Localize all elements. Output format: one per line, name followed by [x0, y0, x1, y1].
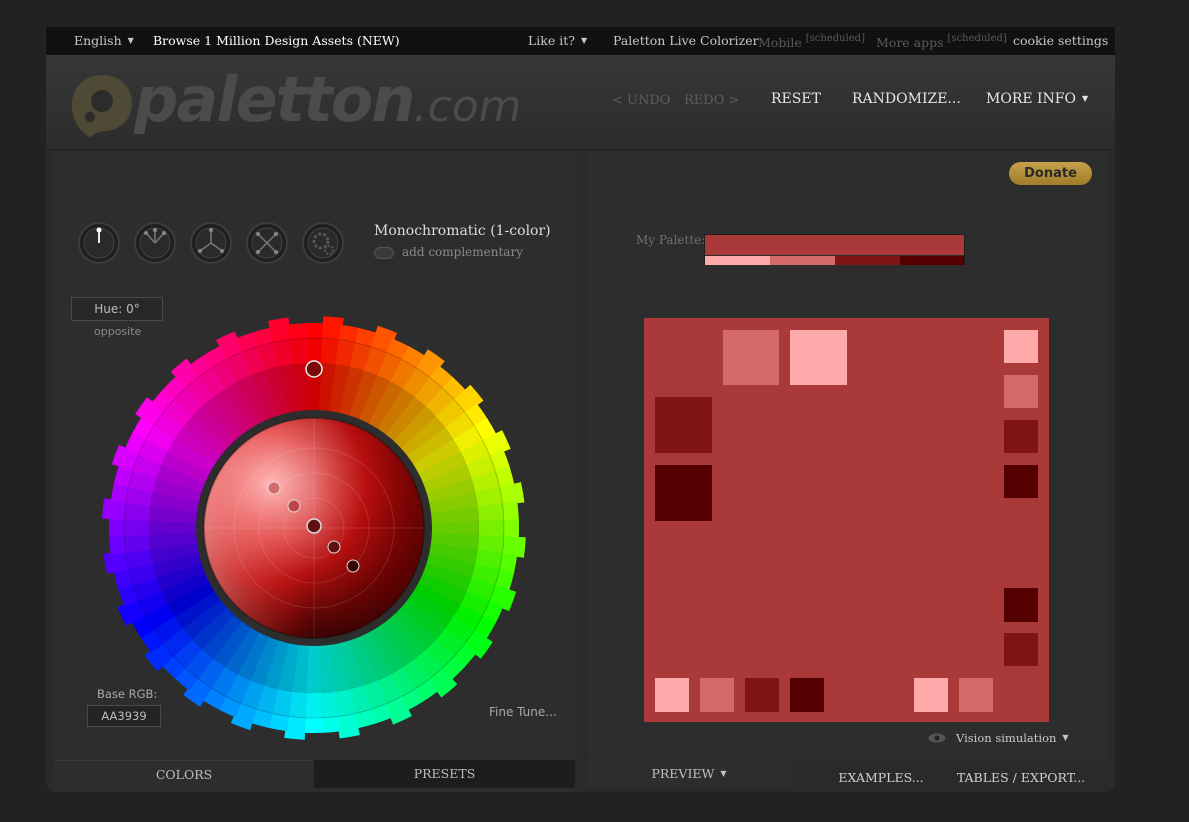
preview-square-light: [723, 330, 779, 385]
hue-handle[interactable]: [305, 360, 323, 378]
mono-icon[interactable]: [78, 222, 120, 264]
undo-button[interactable]: < UNDO: [612, 93, 670, 108]
preview-bottom-light-2: [959, 678, 993, 712]
tetrad-icon[interactable]: [246, 222, 288, 264]
more-apps-label: More apps: [876, 35, 944, 50]
tab-presets[interactable]: PRESETS: [314, 760, 575, 788]
hue-segment[interactable]: [289, 338, 309, 365]
randomize-button[interactable]: RANDOMIZE...: [852, 91, 961, 107]
live-colorizer-link[interactable]: Paletton Live Colorizer: [613, 33, 759, 48]
logo-tld-text: .com: [413, 81, 522, 132]
lightest-tone-dot[interactable]: [267, 481, 281, 495]
vision-simulation-label: Vision simulation: [956, 731, 1057, 745]
caret-down-icon: ▼: [720, 769, 727, 778]
palette-swatch-lightest[interactable]: [705, 256, 770, 265]
preview-small-dark-2: [1004, 633, 1038, 666]
cookie-settings-link[interactable]: cookie settings: [1013, 33, 1108, 48]
paletton-logo[interactable]: paletton.com: [68, 63, 522, 143]
hue-segment[interactable]: [320, 716, 341, 733]
tab-tables-export[interactable]: TABLES / EXPORT...: [951, 764, 1091, 792]
hue-segment[interactable]: [305, 323, 325, 339]
preview-small-light: [1004, 375, 1038, 408]
tab-examples[interactable]: EXAMPLES...: [826, 764, 936, 792]
language-select[interactable]: English ▼: [74, 33, 134, 48]
reset-button[interactable]: RESET: [771, 91, 821, 107]
tab-preview-label: PREVIEW: [651, 766, 715, 781]
free-style-icon[interactable]: [302, 222, 344, 264]
base-rgb-input[interactable]: AA3939: [87, 705, 161, 727]
hue-segment[interactable]: [303, 717, 323, 733]
language-label: English: [74, 33, 122, 48]
dark-tone-dot[interactable]: [327, 540, 341, 554]
hue-segment[interactable]: [287, 323, 308, 340]
tab-colors[interactable]: COLORS: [54, 760, 314, 788]
donate-button[interactable]: Donate: [1009, 162, 1092, 185]
palette-main-swatch[interactable]: [705, 235, 964, 255]
my-palette-label: My Palette:: [636, 233, 706, 247]
vision-simulation-menu[interactable]: Vision simulation ▼: [956, 731, 1069, 745]
caret-down-icon: ▼: [1082, 94, 1089, 103]
preview-square-dark: [655, 397, 712, 453]
more-info-menu[interactable]: MORE INFO ▼: [986, 91, 1088, 107]
logo-wordmark: paletton.com: [134, 63, 522, 136]
my-palette-bar[interactable]: [704, 234, 965, 265]
preview-bottom-dark: [745, 678, 779, 712]
preview-small-lightest: [1004, 330, 1038, 363]
triad-icon[interactable]: [190, 222, 232, 264]
hue-segment[interactable]: [109, 534, 126, 555]
base-rgb-label: Base RGB:: [97, 687, 158, 701]
palette-swatch-darkest[interactable]: [900, 256, 964, 265]
fine-tune-link[interactable]: Fine Tune...: [489, 705, 557, 719]
preview-small-darkest-2: [1004, 588, 1038, 622]
logo-main-text: paletton: [134, 63, 416, 136]
add-complementary-toggle[interactable]: [374, 247, 394, 259]
scheme-type-label: Monochromatic (1-color): [374, 223, 551, 239]
hue-segment[interactable]: [502, 501, 519, 522]
more-info-label: MORE INFO: [986, 91, 1076, 107]
hue-segment[interactable]: [319, 691, 339, 718]
preview-small-dark: [1004, 420, 1038, 453]
browse-assets-link[interactable]: Browse 1 Million Design Assets (NEW): [153, 33, 400, 48]
adjacent-icon[interactable]: [134, 222, 176, 264]
more-apps-link[interactable]: More apps [scheduled]: [876, 33, 1007, 50]
preview-bottom-lightest-2: [914, 678, 948, 712]
top-bar: English ▼ Browse 1 Million Design Assets …: [46, 27, 1115, 55]
palette-swatch-dark[interactable]: [835, 256, 900, 265]
redo-button[interactable]: REDO >: [684, 93, 739, 108]
preview-square-darkest: [655, 465, 712, 521]
like-it-label: Like it?: [528, 33, 575, 48]
palette-logo-icon: [71, 75, 132, 137]
mobile-scheduled-tag: [scheduled]: [805, 33, 865, 44]
caret-down-icon: ▼: [580, 36, 588, 45]
preview-bottom-light: [700, 678, 734, 712]
hue-segment[interactable]: [477, 503, 504, 523]
caret-down-icon: ▼: [127, 36, 134, 45]
mobile-link[interactable]: Mobile [scheduled]: [758, 33, 865, 50]
preview-bottom-lightest: [655, 678, 689, 712]
tab-preview[interactable]: PREVIEW ▼: [586, 760, 792, 788]
palette-swatch-light[interactable]: [770, 256, 835, 265]
palette-preview: [644, 318, 1049, 722]
hue-segment[interactable]: [109, 517, 125, 537]
preview-small-darkest: [1004, 465, 1038, 498]
hue-segment[interactable]: [124, 533, 151, 553]
add-complementary-label[interactable]: add complementary: [402, 245, 523, 259]
light-tone-dot[interactable]: [287, 499, 301, 513]
eye-icon[interactable]: [928, 733, 946, 743]
darkest-tone-dot[interactable]: [346, 559, 360, 573]
mobile-label: Mobile: [758, 35, 802, 50]
color-wheel[interactable]: [100, 314, 528, 742]
preview-bottom-darkest: [790, 678, 824, 712]
like-it-menu[interactable]: Like it? ▼: [528, 33, 587, 48]
base-tone-dot[interactable]: [306, 518, 322, 534]
more-apps-scheduled-tag: [scheduled]: [947, 33, 1007, 44]
preview-square-lightest: [790, 330, 847, 385]
app-window: English ▼ Browse 1 Million Design Assets …: [46, 27, 1115, 792]
header: paletton.com < UNDO REDO > RESET RANDOMI…: [46, 55, 1115, 150]
hue-segment[interactable]: [503, 519, 519, 539]
caret-down-icon: ▼: [1062, 733, 1069, 742]
